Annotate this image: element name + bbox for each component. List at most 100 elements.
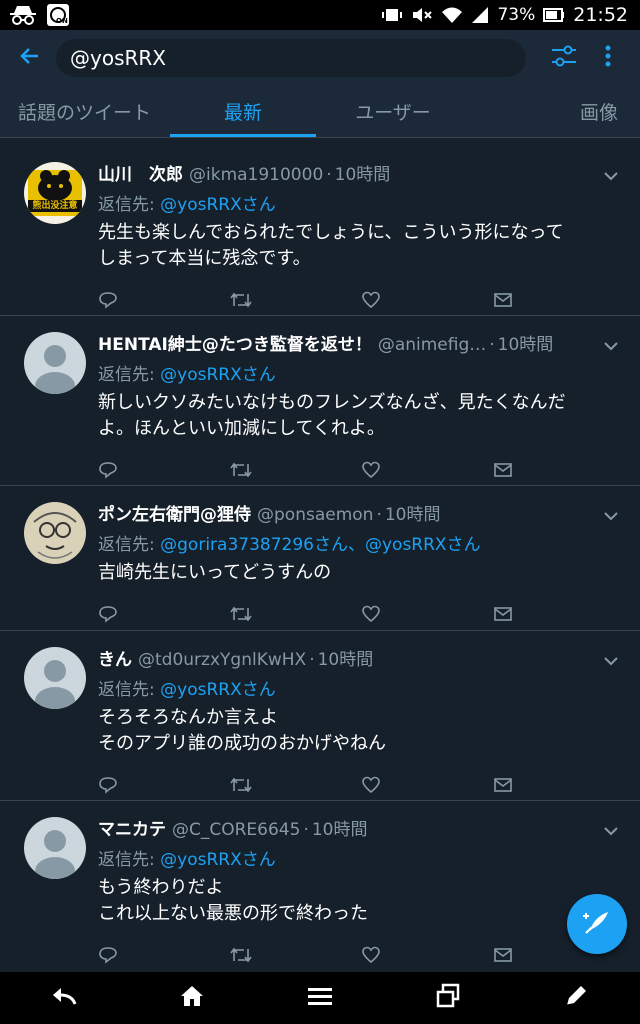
reply-icon[interactable] (98, 461, 118, 483)
retweet-icon[interactable] (229, 605, 252, 627)
reply-icon[interactable] (98, 291, 118, 313)
tweet-author-name[interactable]: 山川 次郎 (98, 160, 183, 185)
reply-icon[interactable] (98, 776, 118, 798)
nav-pen-button[interactable] (546, 972, 606, 1024)
windows-icon (435, 983, 461, 1013)
bear-avatar[interactable]: 熊出没注意 (24, 162, 86, 224)
like-icon[interactable] (361, 605, 381, 627)
tweet-separator: · (303, 820, 309, 840)
incognito-icon (8, 4, 38, 26)
search-filter-button[interactable] (544, 36, 584, 80)
tweet-author-handle[interactable]: @C_CORE6645 (172, 820, 300, 840)
tweet-timestamp: 10時間 (497, 335, 554, 355)
like-icon[interactable] (361, 291, 381, 313)
tweet-author-name[interactable]: ポン左右衛門@狸侍 (98, 500, 251, 525)
tweet-item[interactable]: 熊出没注意 山川 次郎 @ikma1910000 · 10時間 返信先: @yo… (0, 146, 640, 316)
compose-feather-icon (582, 907, 612, 941)
nav-windows-button[interactable] (418, 972, 478, 1024)
tweet-text: もう終わりだよ これ以上ない最悪の形で終わった (98, 877, 368, 924)
reply-prefix: 返信先: (98, 850, 161, 870)
tab-users[interactable]: ユーザー (318, 86, 468, 137)
tweet-reply-context: 返信先: @yosRRXさん (98, 190, 624, 218)
tweet-item[interactable]: きん @td0urzxYgnlKwHX · 10時間 返信先: @yosRRXさ… (0, 631, 640, 801)
reply-icon[interactable] (98, 605, 118, 627)
system-nav-bar (0, 972, 640, 1024)
retweet-icon[interactable] (229, 461, 252, 483)
reply-mention[interactable]: @yosRRXさん (160, 680, 276, 700)
reply-icon[interactable] (98, 946, 118, 968)
tweet-author-handle[interactable]: @ikma1910000 (189, 165, 323, 185)
retweet-icon[interactable] (229, 776, 252, 798)
direct-message-icon[interactable] (493, 947, 513, 967)
drawn-face-avatar[interactable] (24, 502, 86, 564)
tweet-author-name[interactable]: マニカテ (98, 815, 166, 840)
tab-top-tweets[interactable]: 話題のツイート (0, 86, 168, 137)
tweet-item[interactable]: マニカテ @C_CORE6645 · 10時間 返信先: @yosRRXさん も… (0, 801, 640, 972)
tweet-author-handle[interactable]: @ponsaemon (257, 505, 373, 525)
tweet-author-name[interactable]: きん (98, 645, 132, 670)
tweet-timestamp: 10時間 (311, 820, 368, 840)
nav-menu-button[interactable] (290, 972, 350, 1024)
reply-mention[interactable]: @yosRRXさん (160, 850, 276, 870)
chevron-down-icon[interactable] (604, 506, 618, 525)
status-bar: ON 73% 21:52 (0, 0, 640, 30)
direct-message-icon[interactable] (493, 777, 513, 797)
chevron-down-icon[interactable] (604, 336, 618, 355)
direct-message-icon[interactable] (493, 462, 513, 482)
tweet-header: きん @td0urzxYgnlKwHX · 10時間 (98, 645, 624, 673)
reply-prefix: 返信先: (98, 365, 161, 385)
bear-avatar-text: 熊出没注意 (32, 201, 78, 211)
tweet-author-handle[interactable]: @td0urzxYgnlKwHX (138, 650, 306, 670)
tweet-header: ポン左右衛門@狸侍 @ponsaemon · 10時間 (98, 500, 624, 528)
retweet-icon[interactable] (229, 291, 252, 313)
direct-message-icon[interactable] (493, 292, 513, 312)
tweet-text: 新しいクソみたいなけものフレンズなんざ、見たくなんだ よ。ほんといい加減にしてく… (98, 392, 566, 439)
tweet-separator: · (309, 650, 315, 670)
tweet-reply-context: 返信先: @yosRRXさん (98, 675, 624, 703)
reply-prefix: 返信先: (98, 195, 161, 215)
search-app-bar: @yosRRX (0, 30, 640, 86)
vibrate-icon (381, 6, 403, 24)
tweet-text: 吉崎先生にいってどうすんの (98, 562, 332, 583)
tweet-reply-context: 返信先: @gorira37387296さん、@yosRRXさん (98, 530, 624, 558)
retweet-icon[interactable] (229, 946, 252, 968)
back-button[interactable] (8, 36, 52, 80)
sliders-icon (550, 43, 578, 73)
default-avatar[interactable] (24, 332, 86, 394)
compose-pen-icon (564, 984, 588, 1012)
search-input[interactable]: @yosRRX (56, 39, 526, 77)
nav-home-button[interactable] (162, 972, 222, 1024)
signal-icon (471, 6, 489, 24)
menu-icon (307, 986, 333, 1010)
like-icon[interactable] (361, 776, 381, 798)
compose-tweet-button[interactable] (567, 894, 627, 954)
tab-latest[interactable]: 最新 (168, 86, 318, 137)
chevron-down-icon[interactable] (604, 651, 618, 670)
direct-message-icon[interactable] (493, 606, 513, 626)
tweet-text: そろそろなんか言えよ そのアプリ誰の成功のおかげやねん (98, 707, 386, 754)
reply-mention[interactable]: @gorira37387296さん、@yosRRXさん (160, 535, 480, 555)
chevron-down-icon[interactable] (604, 821, 618, 840)
default-avatar[interactable] (24, 817, 86, 879)
default-avatar[interactable] (24, 647, 86, 709)
home-icon (179, 984, 205, 1012)
more-vertical-icon (604, 44, 612, 72)
tab-images[interactable]: 画像 (468, 86, 640, 137)
tweet-item[interactable]: HENTAI紳士@たつき監督を返せ！ @animefig… · 10時間 返信先… (0, 316, 640, 486)
tweet-feed[interactable]: 熊出没注意 山川 次郎 @ikma1910000 · 10時間 返信先: @yo… (0, 146, 640, 972)
tweet-author-handle[interactable]: @animefig… (378, 335, 486, 355)
overflow-menu-button[interactable] (596, 36, 620, 80)
reply-mention[interactable]: @yosRRXさん (160, 195, 276, 215)
tweet-author-name[interactable]: HENTAI紳士@たつき監督を返せ！ (98, 330, 372, 355)
like-icon[interactable] (361, 461, 381, 483)
nav-back-button[interactable] (34, 972, 94, 1024)
tweet-separator: · (489, 335, 495, 355)
tweet-item[interactable]: ポン左右衛門@狸侍 @ponsaemon · 10時間 返信先: @gorira… (0, 486, 640, 631)
like-icon[interactable] (361, 946, 381, 968)
chevron-down-icon[interactable] (604, 166, 618, 185)
tweet-header: 山川 次郎 @ikma1910000 · 10時間 (98, 160, 624, 188)
tweet-header: HENTAI紳士@たつき監督を返せ！ @animefig… · 10時間 (98, 330, 624, 358)
tweet-actions (98, 596, 624, 636)
reply-mention[interactable]: @yosRRXさん (160, 365, 276, 385)
status-bar-right: 73% 21:52 (381, 4, 628, 26)
